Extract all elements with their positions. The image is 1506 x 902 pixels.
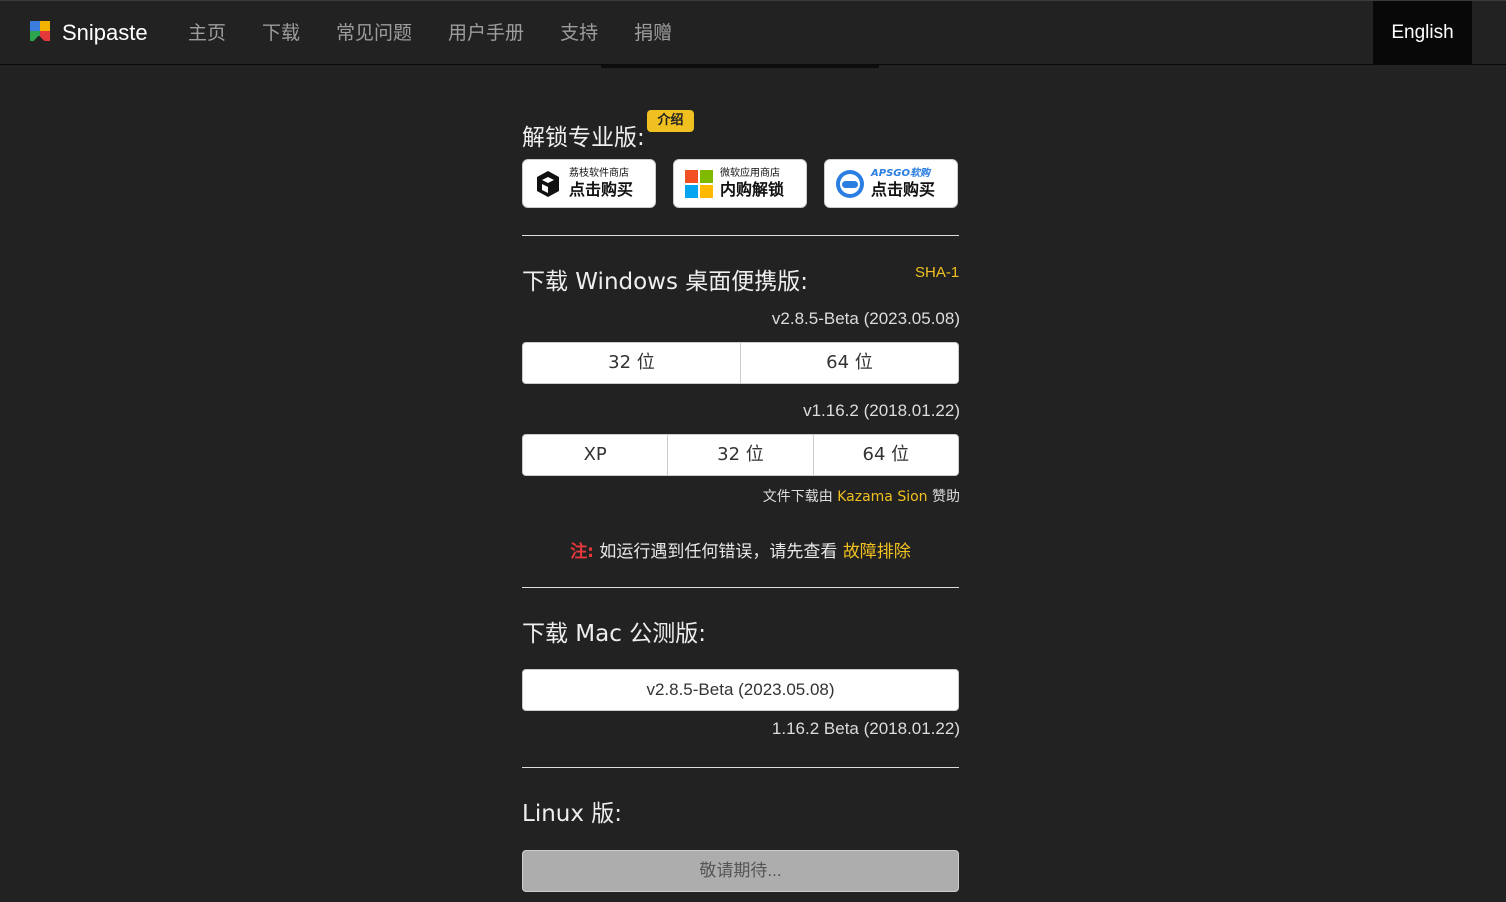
sponsor-note: 文件下载由 Kazama Sion 赞助 — [522, 486, 960, 506]
nav-download[interactable]: 下载 — [244, 1, 318, 65]
sha1-link[interactable]: SHA-1 — [915, 264, 959, 281]
linux-coming-soon-button: 敬请期待... — [522, 850, 959, 892]
troubleshoot-link[interactable]: 故障排除 — [843, 542, 911, 562]
apsgo-icon — [835, 169, 865, 199]
lizhi-store-icon — [533, 169, 563, 199]
download-legacy-32-button[interactable]: 32 位 — [668, 435, 814, 475]
windows-legacy-button-group: XP 32 位 64 位 — [522, 434, 959, 476]
tab-indicator — [601, 65, 879, 68]
download-win-32-button[interactable]: 32 位 — [523, 343, 741, 383]
store-big-label: 点击购买 — [569, 179, 634, 199]
pro-title: 解锁专业版: — [522, 125, 645, 151]
linux-title: Linux 版: — [522, 801, 623, 827]
nav-support[interactable]: 支持 — [542, 1, 616, 65]
store-small-label: 微软应用商店 — [720, 167, 780, 179]
windows-latest-button-group: 32 位 64 位 — [522, 342, 959, 384]
store-small-label: 荔枝软件商店 — [569, 167, 629, 179]
note-text: 如运行遇到任何错误，请先查看 — [599, 542, 838, 562]
nav-manual[interactable]: 用户手册 — [430, 1, 542, 65]
microsoft-store-button[interactable]: 微软应用商店 内购解锁 — [673, 159, 807, 208]
language-switch-button[interactable]: English — [1373, 1, 1472, 65]
sponsor-suffix: 赞助 — [932, 489, 960, 505]
store-small-label: APSGO软购 — [871, 167, 930, 179]
divider — [522, 235, 959, 236]
mac-legacy-version-link[interactable]: 1.16.2 Beta (2018.01.22) — [522, 719, 960, 739]
mac-title: 下载 Mac 公测版: — [522, 621, 706, 647]
nav-faq[interactable]: 常见问题 — [318, 1, 430, 65]
download-legacy-xp-button[interactable]: XP — [523, 435, 669, 475]
nav-home[interactable]: 主页 — [170, 1, 244, 65]
store-big-label: 内购解锁 — [720, 179, 785, 199]
windows-title: 下载 Windows 桌面便携版: — [522, 269, 809, 295]
nav-donate[interactable]: 捐赠 — [616, 1, 690, 65]
microsoft-store-icon — [684, 169, 714, 199]
brand[interactable]: Snipaste — [30, 1, 148, 65]
troubleshoot-note: 注: 如运行遇到任何错误，请先查看 故障排除 — [522, 537, 959, 562]
navbar: Snipaste 主页 下载 常见问题 用户手册 支持 捐赠 English — [0, 0, 1506, 65]
note-label: 注: — [570, 542, 594, 562]
download-mac-button[interactable]: v2.8.5-Beta (2023.05.08) — [522, 669, 959, 711]
brand-name: Snipaste — [62, 20, 148, 45]
sponsor-prefix: 文件下载由 — [762, 489, 833, 505]
sponsor-link[interactable]: Kazama Sion — [837, 489, 927, 505]
download-legacy-64-button[interactable]: 64 位 — [814, 435, 958, 475]
snipaste-logo-icon — [30, 21, 50, 48]
divider — [522, 767, 959, 768]
download-win-64-button[interactable]: 64 位 — [741, 343, 958, 383]
intro-badge[interactable]: 介绍 — [647, 110, 694, 132]
apsgo-store-button[interactable]: APSGO软购 点击购买 — [824, 159, 958, 208]
store-big-label: 点击购买 — [871, 179, 936, 199]
main-nav: 主页 下载 常见问题 用户手册 支持 捐赠 — [170, 1, 690, 65]
divider — [522, 587, 959, 588]
windows-legacy-version: v1.16.2 (2018.01.22) — [803, 401, 960, 420]
lizhi-store-button[interactable]: 荔枝软件商店 点击购买 — [522, 159, 656, 208]
windows-latest-version: v2.8.5-Beta (2023.05.08) — [771, 309, 960, 328]
